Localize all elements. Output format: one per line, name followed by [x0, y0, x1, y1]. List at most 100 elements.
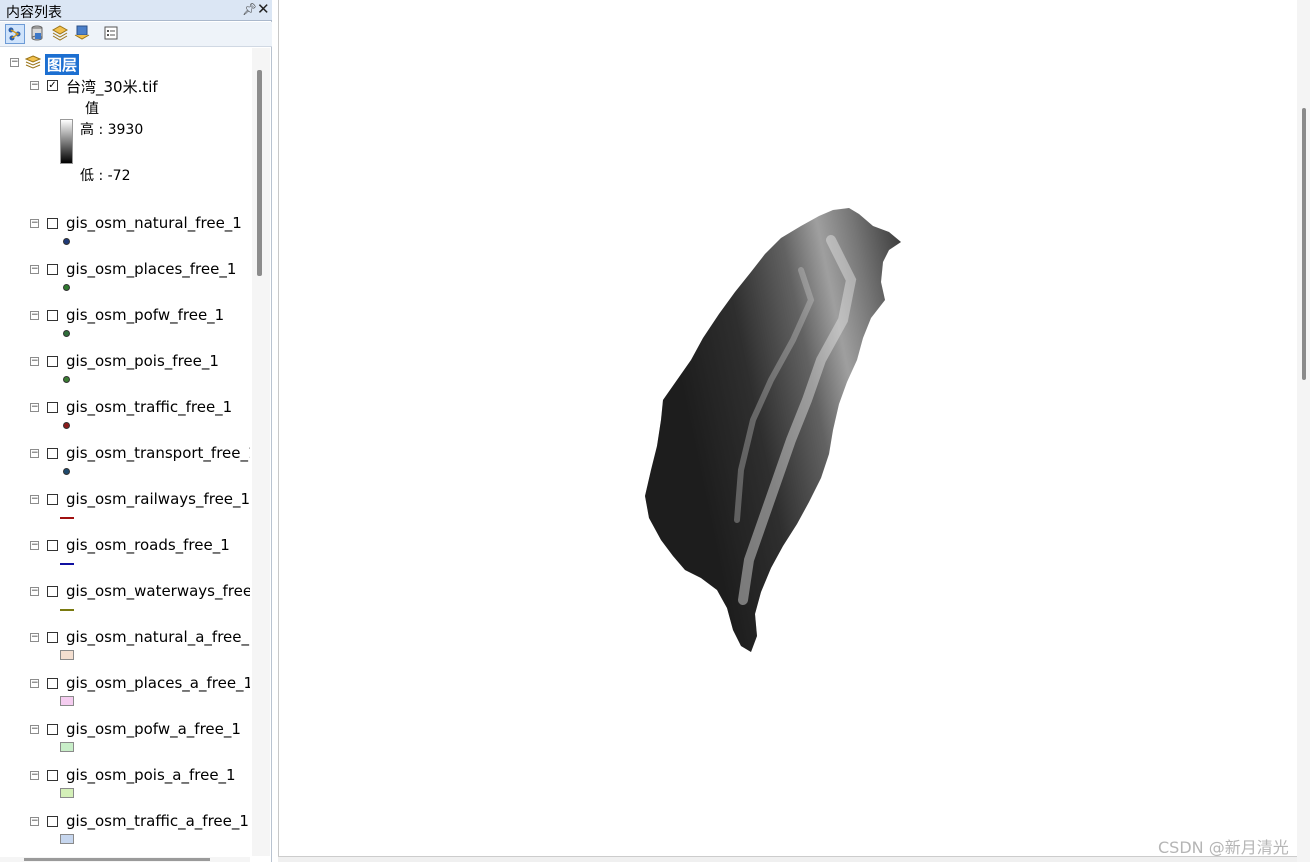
layer-row[interactable]: − gis_osm_pois_free_1	[0, 350, 250, 372]
layer-visibility-checkbox[interactable]	[47, 632, 58, 643]
layer-visibility-checkbox[interactable]	[47, 586, 58, 597]
layer-visibility-checkbox[interactable]	[47, 218, 58, 229]
layer-visibility-checkbox[interactable]	[47, 310, 58, 321]
pin-icon[interactable]: 📌︎	[242, 2, 257, 16]
toc-horizontal-scrollbar[interactable]	[0, 857, 250, 862]
collapse-icon[interactable]: −	[10, 58, 19, 67]
layer-name[interactable]: gis_osm_waterways_free_1	[66, 582, 250, 600]
collapse-icon[interactable]: −	[30, 219, 39, 228]
layer-visibility-checkbox[interactable]	[47, 678, 58, 689]
layer-row[interactable]: − gis_osm_pofw_a_free_1	[0, 718, 250, 740]
taiwan-dem-raster	[645, 208, 901, 652]
layer-row[interactable]: − gis_osm_railways_free_1	[0, 488, 250, 510]
layer-visibility-checkbox[interactable]	[47, 724, 58, 735]
layer-name[interactable]: gis_osm_traffic_free_1	[66, 398, 232, 416]
line-symbol-icon	[60, 517, 74, 519]
legend-low-label: 低 : -72	[80, 168, 131, 184]
collapse-icon[interactable]: −	[30, 265, 39, 274]
layer-tree: − 图层 − ✓ 台湾_30米.tif 值 高 : 3930 低 : -72 −…	[0, 48, 250, 860]
layer-visibility-checkbox[interactable]	[47, 402, 58, 413]
options-icon[interactable]	[102, 24, 122, 44]
layer-row[interactable]: − gis_osm_transport_free_1	[0, 442, 250, 464]
polygon-symbol-icon	[60, 788, 74, 798]
layer-group-label[interactable]: 图层	[45, 54, 80, 75]
layer-group-row[interactable]: − 图层	[0, 52, 250, 75]
elevation-color-ramp	[60, 119, 73, 164]
scroll-thumb[interactable]	[1302, 108, 1306, 380]
close-icon[interactable]: ✕	[257, 0, 270, 18]
layer-visibility-checkbox[interactable]	[47, 816, 58, 827]
map-vertical-scrollbar[interactable]	[1297, 0, 1310, 862]
point-symbol-icon	[63, 238, 70, 245]
layer-name[interactable]: gis_osm_transport_free_1	[66, 444, 250, 462]
panel-title: 内容列表	[6, 5, 62, 21]
layer-visibility-checkbox[interactable]	[47, 540, 58, 551]
collapse-icon[interactable]: −	[30, 81, 39, 90]
layer-name[interactable]: gis_osm_pofw_a_free_1	[66, 720, 241, 738]
toc-vertical-scrollbar[interactable]	[252, 48, 270, 856]
panel-title-bar: 内容列表 📌︎ ✕	[0, 0, 272, 21]
layer-name[interactable]: gis_osm_pofw_free_1	[66, 306, 224, 324]
point-symbol-icon	[63, 422, 70, 429]
layer-name[interactable]: gis_osm_traffic_a_free_1	[66, 812, 249, 830]
list-by-drawing-order-icon[interactable]	[5, 24, 25, 44]
layer-row[interactable]: − gis_osm_traffic_free_1	[0, 396, 250, 418]
layer-name[interactable]: gis_osm_places_free_1	[66, 260, 236, 278]
polygon-symbol-icon	[60, 742, 74, 752]
collapse-icon[interactable]: −	[30, 633, 39, 642]
collapse-icon[interactable]: −	[30, 449, 39, 458]
watermark-text: CSDN @新月清光	[1158, 838, 1289, 857]
layer-name[interactable]: gis_osm_railways_free_1	[66, 490, 250, 508]
collapse-icon[interactable]: −	[30, 311, 39, 320]
point-symbol-icon	[63, 468, 70, 475]
collapse-icon[interactable]: −	[30, 679, 39, 688]
polygon-symbol-icon	[60, 650, 74, 660]
layer-row[interactable]: − gis_osm_places_free_1	[0, 258, 250, 280]
collapse-icon[interactable]: −	[30, 771, 39, 780]
layer-visibility-checkbox[interactable]	[47, 494, 58, 505]
layer-visibility-checkbox[interactable]: ✓	[47, 80, 58, 91]
layer-row[interactable]: − gis_osm_pofw_free_1	[0, 304, 250, 326]
collapse-icon[interactable]: −	[30, 403, 39, 412]
layer-visibility-checkbox[interactable]	[47, 448, 58, 459]
layer-row[interactable]: − gis_osm_roads_free_1	[0, 534, 250, 556]
map-view[interactable]	[278, 0, 1296, 856]
scroll-thumb[interactable]	[24, 858, 210, 861]
point-symbol-icon	[63, 376, 70, 383]
layer-name[interactable]: gis_osm_natural_a_free_1	[66, 628, 250, 646]
point-symbol-icon	[63, 284, 70, 291]
layer-name[interactable]: gis_osm_natural_free_1	[66, 214, 242, 232]
scroll-thumb[interactable]	[257, 70, 262, 276]
layer-row[interactable]: − gis_osm_traffic_a_free_1	[0, 810, 250, 832]
layer-row[interactable]: − gis_osm_waterways_free_1	[0, 580, 250, 602]
layer-visibility-checkbox[interactable]	[47, 264, 58, 275]
line-symbol-icon	[60, 609, 74, 611]
layer-name[interactable]: gis_osm_pois_a_free_1	[66, 766, 236, 784]
raster-layer-row[interactable]: − ✓ 台湾_30米.tif	[0, 74, 250, 96]
table-of-contents-panel: 内容列表 📌︎ ✕ − 图层 − ✓ 台湾_30米.tif 值 高: 3930…	[0, 0, 272, 862]
collapse-icon[interactable]: −	[30, 817, 39, 826]
layer-name[interactable]: gis_osm_roads_free_1	[66, 536, 230, 554]
layer-row[interactable]: − gis_osm_natural_free_1	[0, 212, 250, 234]
layer-visibility-checkbox[interactable]	[47, 356, 58, 367]
collapse-icon[interactable]: −	[30, 725, 39, 734]
point-symbol-icon	[63, 330, 70, 337]
collapse-icon[interactable]: −	[30, 587, 39, 596]
layer-visibility-checkbox[interactable]	[47, 770, 58, 781]
list-by-selection-icon[interactable]	[73, 24, 93, 44]
list-by-source-icon[interactable]	[28, 24, 48, 44]
list-by-visibility-icon[interactable]	[51, 24, 71, 44]
collapse-icon[interactable]: −	[30, 495, 39, 504]
polygon-symbol-icon	[60, 696, 74, 706]
line-symbol-icon	[60, 563, 74, 565]
collapse-icon[interactable]: −	[30, 541, 39, 550]
layer-row[interactable]: − gis_osm_natural_a_free_1	[0, 626, 250, 648]
layer-row[interactable]: − gis_osm_pois_a_free_1	[0, 764, 250, 786]
raster-layer-name[interactable]: 台湾_30米.tif	[66, 76, 158, 97]
layer-name[interactable]: gis_osm_places_a_free_1	[66, 674, 250, 692]
legend-high-label: 高 : 3930	[80, 122, 144, 138]
collapse-icon[interactable]: −	[30, 357, 39, 366]
legend-title: 值	[85, 101, 99, 117]
layer-name[interactable]: gis_osm_pois_free_1	[66, 352, 219, 370]
layer-row[interactable]: − gis_osm_places_a_free_1	[0, 672, 250, 694]
